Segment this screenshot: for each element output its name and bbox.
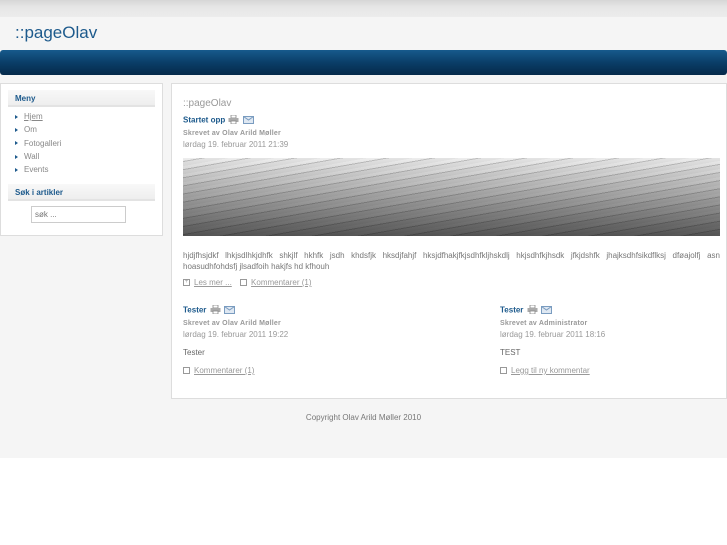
comment-icon [183, 367, 190, 375]
expand-icon: + [183, 279, 190, 287]
arrow-icon [15, 141, 18, 146]
lead-article-links: + Les mer ... Kommentarer (1) [183, 278, 312, 287]
print-icon[interactable] [527, 304, 538, 316]
navigation-bar [0, 50, 727, 75]
email-icon[interactable] [242, 115, 254, 126]
comments-link[interactable]: Kommentarer (1) [251, 278, 311, 287]
article-card: Tester Skrevet av Administrator lørdag 1… [500, 304, 606, 375]
article-body: Tester [183, 348, 205, 357]
menu-item-om[interactable]: Om [15, 123, 162, 136]
main-menu: Hjem Om Fotogalleri Wall Events [15, 110, 162, 176]
print-icon[interactable] [210, 304, 221, 316]
article-title[interactable]: Tester [500, 306, 523, 315]
menu-item-hjem[interactable]: Hjem [15, 110, 162, 123]
article-date: lørdag 19. februar 2011 19:22 [183, 330, 289, 339]
article-date: lørdag 19. februar 2011 21:39 [183, 140, 289, 149]
add-comment-link[interactable]: Legg til ny kommentar [511, 366, 590, 375]
article-author: Skrevet av Olav Arild Møller [183, 320, 281, 327]
comments-link[interactable]: Kommentarer (1) [194, 366, 254, 375]
article-title[interactable]: Startet opp [183, 116, 225, 125]
footer-copyright: Copyright Olav Arild Møller 2010 [305, 413, 422, 422]
search-input[interactable] [31, 206, 126, 224]
menu-item-fotogalleri[interactable]: Fotogalleri [15, 137, 162, 150]
top-band [0, 0, 727, 17]
arrow-icon [15, 128, 18, 133]
menu-item-events[interactable]: Events [15, 163, 162, 176]
search-heading: Søk i artikler [8, 184, 155, 202]
read-more-link[interactable]: Les mer ... [194, 278, 232, 287]
comment-icon [500, 367, 507, 375]
article-author: Skrevet av Olav Arild Møller [183, 130, 281, 137]
menu-item-wall[interactable]: Wall [15, 150, 162, 163]
article-date: lørdag 19. februar 2011 18:16 [500, 330, 606, 339]
article-author: Skrevet av Administrator [500, 320, 588, 327]
comment-icon [240, 279, 248, 287]
lead-article-header: Startet opp Skrevet av Olav Arild Møller… [183, 114, 289, 149]
email-icon[interactable] [223, 305, 235, 316]
article-body: hjdjfhsjdkf lhkjsdlhkjdhfk shkjlf hkhfk … [183, 251, 720, 271]
arrow-icon [15, 114, 18, 119]
article-body: TEST [500, 348, 521, 357]
article-image [183, 158, 720, 236]
article-title[interactable]: Tester [183, 306, 206, 315]
article-card: Tester Skrevet av Olav Arild Møller lørd… [183, 304, 289, 375]
arrow-icon [15, 154, 18, 159]
arrow-icon [15, 168, 18, 173]
print-icon[interactable] [228, 114, 239, 126]
menu-heading: Meny [8, 90, 155, 107]
email-icon[interactable] [540, 305, 552, 316]
sidebar: Meny Hjem Om Fotogalleri Wall Events Søk… [0, 83, 163, 236]
page-title: ::pageOlav [183, 98, 232, 109]
site-title[interactable]: ::pageOlav [15, 23, 97, 43]
main-content: ::pageOlav Startet opp Skrevet av Olav A… [171, 83, 727, 399]
